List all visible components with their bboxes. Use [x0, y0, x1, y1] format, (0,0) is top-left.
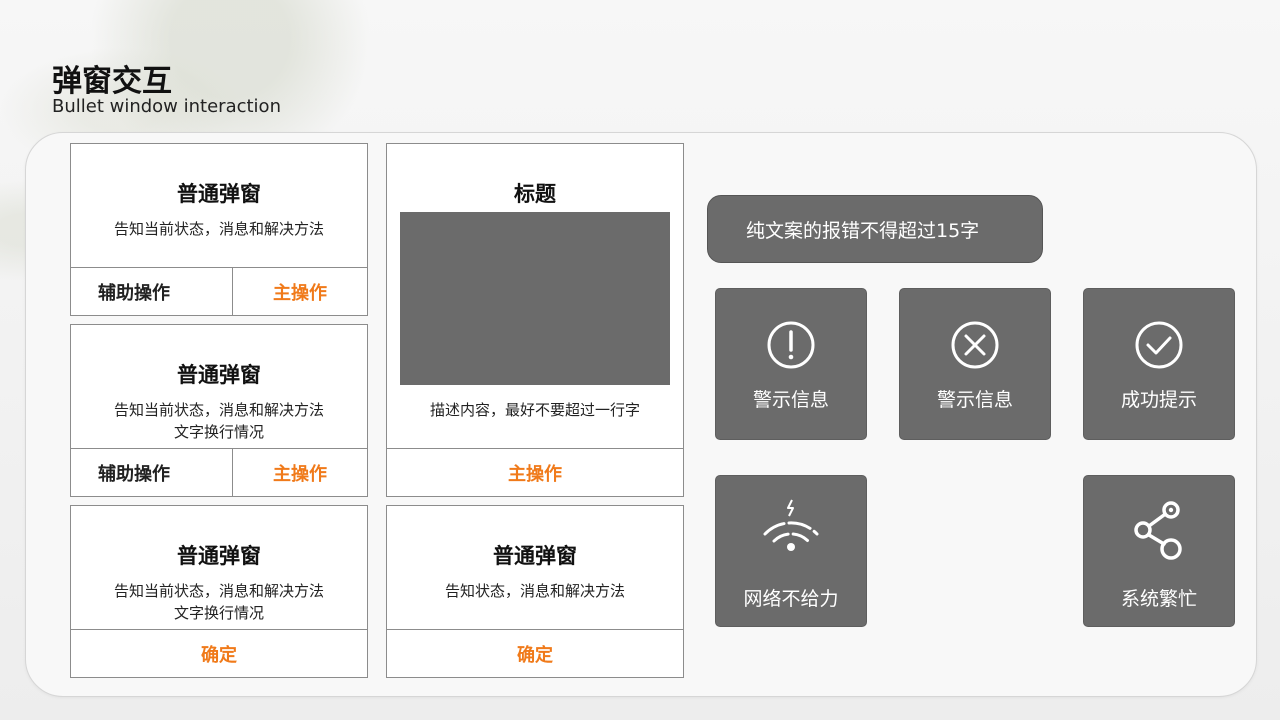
dialog-text-wrap: 文字换行情况	[173, 604, 264, 622]
confirm-button[interactable]: 确定	[387, 630, 683, 677]
toast-busy: 系统繁忙	[1083, 475, 1235, 627]
page-title: 弹窗交互	[52, 64, 172, 99]
dialog-title: 标题	[514, 182, 556, 206]
dialog-footer: 辅助操作 主操作	[71, 448, 367, 496]
dialog-normal-3: 普通弹窗 告知当前状态，消息和解决方法 文字换行情况 确定	[70, 505, 368, 678]
confirm-button[interactable]: 确定	[71, 630, 367, 677]
toast-label: 网络不给力	[743, 588, 839, 610]
secondary-action-button[interactable]: 辅助操作	[71, 268, 233, 315]
dialog-normal-1: 普通弹窗 告知当前状态，消息和解决方法 辅助操作 主操作	[70, 143, 368, 316]
toast-message: 纯文案的报错不得超过15字	[746, 219, 980, 242]
dialog-text-wrap: 文字换行情况	[173, 423, 264, 441]
primary-action-button[interactable]: 主操作	[387, 449, 683, 496]
check-circle-icon	[1135, 321, 1183, 369]
secondary-action-button[interactable]: 辅助操作	[71, 449, 233, 496]
toast-label: 成功提示	[1120, 389, 1197, 411]
dialog-normal-4: 普通弹窗 告知状态，消息和解决方法 确定	[386, 505, 684, 678]
exclamation-icon	[767, 321, 815, 369]
toast-label: 警示信息	[936, 389, 1013, 411]
wifi-weak-icon	[763, 499, 819, 551]
toast-warning: 警示信息	[715, 288, 867, 440]
dialog-title: 普通弹窗	[177, 363, 261, 387]
dialog-text: 告知状态，消息和解决方法	[444, 582, 625, 600]
toast-text-only: 纯文案的报错不得超过15字	[707, 195, 1043, 263]
dialog-footer: 辅助操作 主操作	[71, 267, 367, 315]
dialog-text: 告知当前状态，消息和解决方法	[113, 220, 324, 238]
dialog-title: 普通弹窗	[493, 544, 577, 568]
dialog-title: 普通弹窗	[177, 544, 261, 568]
page-subtitle: Bullet window interaction	[52, 96, 281, 117]
dialog-with-image: 标题 描述内容，最好不要超过一行字 主操作	[386, 143, 684, 497]
primary-action-button[interactable]: 主操作	[233, 268, 367, 315]
dialog-title: 普通弹窗	[177, 182, 261, 206]
primary-action-button[interactable]: 主操作	[233, 449, 367, 496]
dialog-normal-2: 普通弹窗 告知当前状态，消息和解决方法 文字换行情况 辅助操作 主操作	[70, 324, 368, 497]
dialog-footer: 确定	[71, 629, 367, 677]
share-nodes-icon	[1134, 501, 1182, 560]
toast-success: 成功提示	[1083, 288, 1235, 440]
dialog-footer: 主操作	[387, 448, 683, 496]
toast-error: 警示信息	[899, 288, 1051, 440]
dialog-description: 描述内容，最好不要超过一行字	[429, 401, 640, 419]
toast-label: 系统繁忙	[1120, 588, 1197, 610]
image-placeholder	[400, 212, 670, 385]
dialog-footer: 确定	[387, 629, 683, 677]
dialog-text: 告知当前状态，消息和解决方法	[113, 401, 324, 419]
close-circle-icon	[951, 321, 999, 369]
toast-network: 网络不给力	[715, 475, 867, 627]
dialog-text: 告知当前状态，消息和解决方法	[113, 582, 324, 600]
toast-label: 警示信息	[752, 389, 829, 411]
